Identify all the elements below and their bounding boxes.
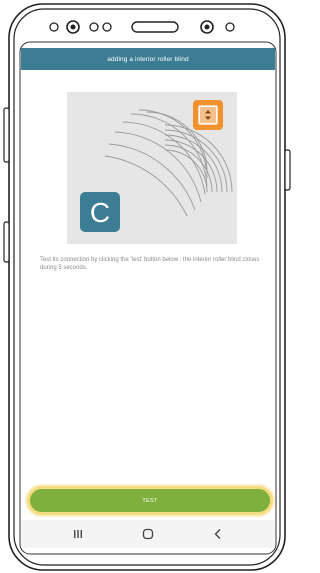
connection-illustration: C: [67, 92, 237, 244]
app-screen: adding a interior roller blind C Test it…: [21, 48, 275, 548]
phone-frame: adding a interior roller blind C Test it…: [0, 0, 293, 573]
back-button[interactable]: [203, 524, 233, 544]
test-button-label: TEST: [142, 497, 158, 504]
back-icon: [214, 529, 221, 539]
test-button[interactable]: TEST: [30, 489, 270, 512]
c-remote-icon: C: [80, 192, 120, 232]
illustration-canvas: C: [80, 100, 233, 232]
instruction-text: Test its connection by clicking the 'tes…: [40, 257, 260, 271]
recent-apps-button[interactable]: [63, 524, 93, 544]
page-title: adding a interior roller blind: [107, 55, 189, 63]
home-icon: [142, 528, 154, 540]
roller-blind-icon: [193, 100, 223, 130]
android-navigation-bar: [21, 520, 275, 548]
home-button[interactable]: [133, 524, 163, 544]
remote-letter: C: [90, 197, 110, 228]
title-bar: adding a interior roller blind: [21, 48, 275, 70]
recent-apps-icon: [74, 530, 82, 538]
